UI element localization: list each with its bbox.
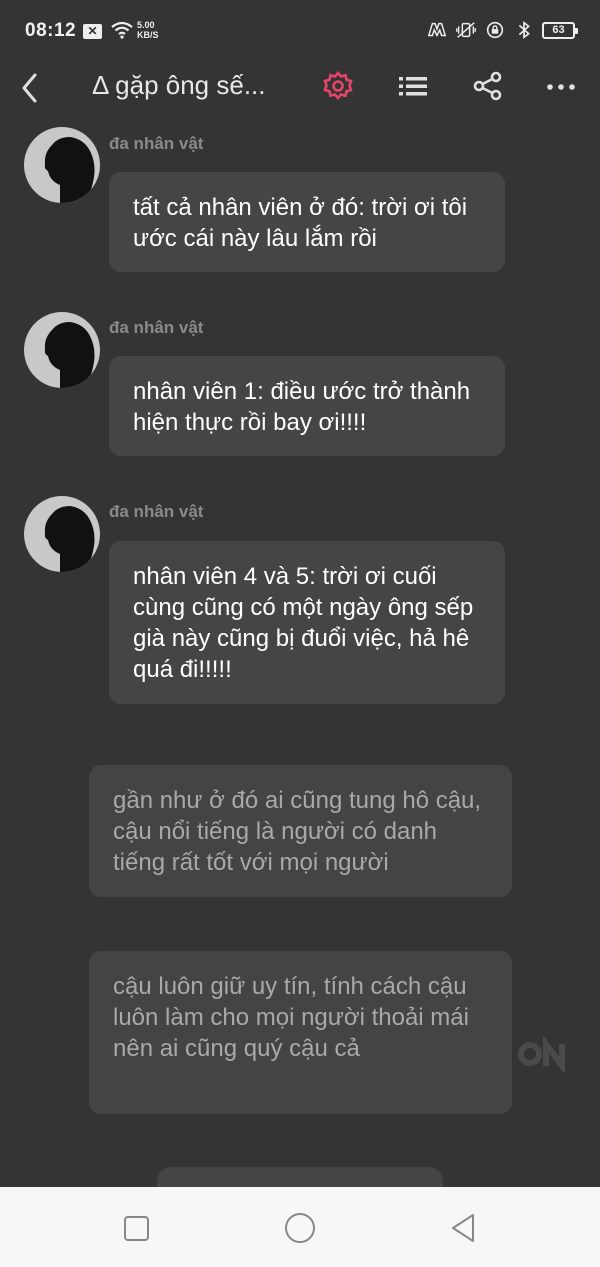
wifi-icon	[111, 21, 133, 39]
narration-bubble[interactable]: gần như ở đó ai cũng tung hô cậu, cậu nổ…	[89, 765, 512, 897]
back-triangle-icon[interactable]	[446, 1211, 480, 1245]
sender-name: đa nhân vật	[109, 318, 204, 337]
message-bubble[interactable]: nhân viên 4 và 5: trời ơi cuối cùng cũng…	[109, 541, 505, 704]
status-bar: 08:12 ✕ 5.00 KB/S 63	[0, 0, 600, 62]
speed-value: 5.00	[137, 20, 155, 30]
sender-name: đa nhân vật	[109, 502, 204, 521]
narration-bubble[interactable]: cậu luôn giữ uy tín, tính cách cậu luôn …	[89, 951, 512, 1114]
recent-apps-square-icon[interactable]	[120, 1211, 154, 1245]
game-mode-icon	[427, 22, 447, 38]
bluetooth-icon	[518, 20, 530, 40]
sender-name: đa nhân vật	[109, 134, 204, 153]
silhouette-icon	[44, 322, 95, 388]
battery-indicator: 63	[542, 21, 578, 39]
avatar[interactable]	[24, 127, 100, 203]
status-time: 08:12	[25, 20, 77, 41]
avatar[interactable]	[24, 496, 100, 572]
home-circle-icon[interactable]	[283, 1211, 317, 1245]
vibrate-off-icon	[456, 22, 476, 38]
silhouette-icon	[44, 506, 95, 572]
avatar[interactable]	[24, 312, 100, 388]
message-bubble[interactable]: tất cả nhân viên ở đó: trời ơi tôi ước c…	[109, 172, 505, 272]
story-title: Δ gặp ông sế...	[92, 70, 266, 100]
more-icon[interactable]	[545, 68, 581, 104]
app-bar: Δ gặp ông sế...	[0, 62, 600, 120]
system-nav-bar	[0, 1187, 600, 1267]
network-speed: 5.00 KB/S	[137, 20, 159, 40]
share-icon[interactable]	[470, 68, 506, 104]
notification-x-icon: ✕	[83, 24, 102, 39]
speed-unit: KB/S	[137, 30, 159, 40]
lock-rotation-icon	[486, 21, 504, 39]
message-bubble[interactable]: nhân viên 1: điều ước trở thành hiện thự…	[109, 356, 505, 456]
back-icon[interactable]	[16, 68, 44, 108]
list-icon[interactable]	[395, 68, 431, 104]
settings-icon[interactable]	[320, 68, 356, 104]
silhouette-icon	[44, 137, 95, 203]
watermark-logo	[518, 1036, 565, 1072]
